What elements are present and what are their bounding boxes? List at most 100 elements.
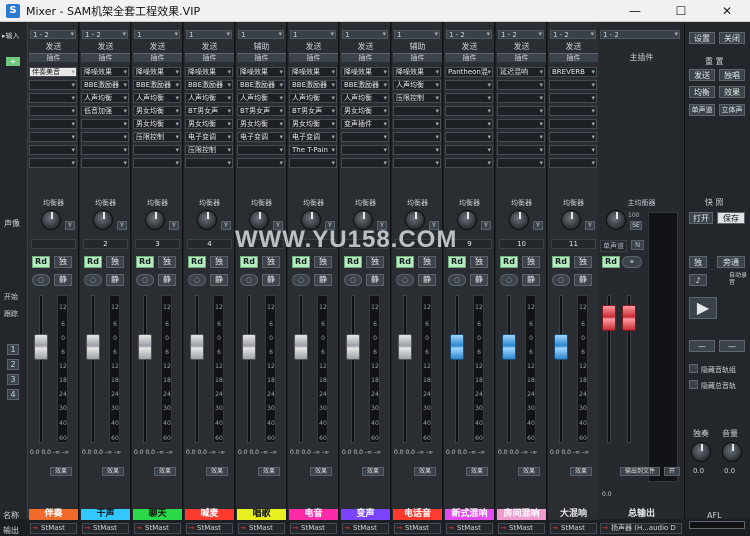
output-select[interactable]: StMast bbox=[238, 523, 285, 534]
mute-button[interactable]: 静 bbox=[54, 274, 72, 286]
plugin-slot[interactable]: 压限控制 bbox=[393, 93, 441, 103]
plugin-slot[interactable] bbox=[393, 132, 441, 142]
pan-knob[interactable] bbox=[93, 210, 113, 230]
take-number-2[interactable]: 2 bbox=[7, 359, 19, 370]
plugin-slot[interactable]: BBE激励器 bbox=[237, 80, 285, 90]
master-fader-left[interactable] bbox=[602, 305, 616, 331]
channel-fader[interactable] bbox=[86, 334, 100, 360]
plugin-slot[interactable]: 降噪效果 bbox=[81, 67, 129, 77]
output-select[interactable]: StMast bbox=[550, 523, 597, 534]
channel-fader[interactable] bbox=[346, 334, 360, 360]
plugin-slot[interactable]: BREVERB bbox=[549, 67, 597, 77]
mute-button[interactable]: 静 bbox=[470, 274, 488, 286]
channel-fader[interactable] bbox=[450, 334, 464, 360]
plugin-slot[interactable] bbox=[445, 119, 493, 129]
record-button[interactable]: Rd bbox=[84, 256, 102, 268]
effect-button[interactable]: 效果 bbox=[154, 467, 176, 476]
monitor-icon[interactable]: ◌ bbox=[32, 274, 50, 286]
y-button[interactable]: Y bbox=[117, 221, 127, 230]
plugin-slot[interactable]: 男女均衡 bbox=[133, 106, 181, 116]
plugin-slot[interactable]: BT男女声 bbox=[237, 106, 285, 116]
plugin-slot[interactable]: BT男女声 bbox=[185, 106, 233, 116]
channel-fader[interactable] bbox=[554, 334, 568, 360]
plugin-slot[interactable]: 人声均衡 bbox=[237, 93, 285, 103]
monitor-icon[interactable]: ◌ bbox=[552, 274, 570, 286]
pan-knob[interactable] bbox=[145, 210, 165, 230]
plugin-slot[interactable]: 男女均衡 bbox=[237, 119, 285, 129]
monitor-icon[interactable]: ◌ bbox=[84, 274, 102, 286]
master-output-select[interactable]: 扬声器 (H...audio D bbox=[600, 523, 682, 534]
output-select[interactable]: StMast bbox=[134, 523, 181, 534]
plugin-slot[interactable] bbox=[185, 158, 233, 168]
plugin-slot[interactable] bbox=[497, 80, 545, 90]
solo-button[interactable]: 独 bbox=[522, 256, 540, 268]
plugin-slot[interactable]: 男女均衡 bbox=[341, 106, 389, 116]
solo-button[interactable]: 独 bbox=[418, 256, 436, 268]
effect-button[interactable]: 效果 bbox=[414, 467, 436, 476]
plugin-slot[interactable] bbox=[549, 132, 597, 142]
plugin-slot[interactable] bbox=[81, 132, 129, 142]
take-number-3[interactable]: 3 bbox=[7, 374, 19, 385]
solo-button[interactable]: 独 bbox=[314, 256, 332, 268]
plugin-slot[interactable] bbox=[393, 145, 441, 155]
channel-input-select[interactable]: 1 bbox=[342, 30, 388, 39]
solo-button[interactable]: 独 bbox=[574, 256, 592, 268]
output-select[interactable]: StMast bbox=[290, 523, 337, 534]
record-button[interactable]: Rd bbox=[136, 256, 154, 268]
plugin-header[interactable]: 插件 bbox=[393, 53, 442, 62]
eq-label[interactable]: 均衡器 bbox=[184, 198, 235, 207]
plugin-slot[interactable] bbox=[497, 132, 545, 142]
plugin-slot[interactable] bbox=[549, 119, 597, 129]
master-output-file-button[interactable]: 输出到文件 bbox=[620, 467, 660, 476]
mute-button[interactable]: 静 bbox=[574, 274, 592, 286]
plugin-header[interactable]: 插件 bbox=[445, 53, 494, 62]
record-button[interactable]: Rd bbox=[448, 256, 466, 268]
plugin-slot[interactable] bbox=[445, 145, 493, 155]
eq-label[interactable]: 均衡器 bbox=[132, 198, 183, 207]
plugin-slot[interactable]: 降噪效果 bbox=[341, 67, 389, 77]
effect-button[interactable]: 效果 bbox=[570, 467, 592, 476]
snapshot-save-button[interactable]: 保存 bbox=[717, 212, 745, 224]
channel-input-select[interactable]: 1 bbox=[134, 30, 180, 39]
take-number-1[interactable]: 1 bbox=[7, 344, 19, 355]
mute-button[interactable]: 静 bbox=[158, 274, 176, 286]
pan-knob[interactable] bbox=[457, 210, 477, 230]
bypass-button[interactable]: 旁通 bbox=[717, 256, 745, 268]
plugin-slot[interactable] bbox=[29, 119, 77, 129]
plugin-slot[interactable] bbox=[445, 106, 493, 116]
record-button[interactable]: Rd bbox=[552, 256, 570, 268]
plugin-slot[interactable]: 电子变调 bbox=[289, 132, 337, 142]
effect-button[interactable]: 效果 bbox=[50, 467, 72, 476]
monitor-icon[interactable]: ◌ bbox=[396, 274, 414, 286]
plugin-slot[interactable]: 男女均衡 bbox=[185, 119, 233, 129]
plugin-slot[interactable]: 人声均衡 bbox=[185, 93, 233, 103]
auto-record-label[interactable]: 自动录音 bbox=[729, 272, 749, 286]
plugin-slot[interactable] bbox=[29, 158, 77, 168]
plugin-slot[interactable] bbox=[497, 93, 545, 103]
y-button[interactable]: Y bbox=[65, 221, 75, 230]
output-select[interactable]: StMast bbox=[498, 523, 545, 534]
effect-button[interactable]: 效果 bbox=[206, 467, 228, 476]
master-n-button[interactable]: N bbox=[631, 240, 645, 250]
record-button[interactable]: Rd bbox=[32, 256, 50, 268]
channel-input-select[interactable]: 1 bbox=[290, 30, 336, 39]
reset-send-button[interactable]: 发送 bbox=[689, 69, 715, 81]
solo-button[interactable]: 独 bbox=[470, 256, 488, 268]
add-plugin-icon[interactable]: + bbox=[6, 57, 20, 66]
plugin-header[interactable]: 插件 bbox=[133, 53, 182, 62]
hide-all-checkbox[interactable] bbox=[689, 380, 698, 389]
plugin-slot[interactable]: 压限控制 bbox=[133, 132, 181, 142]
master-link-icon[interactable]: ⚭ bbox=[622, 256, 642, 268]
eq-label[interactable]: 均衡器 bbox=[444, 198, 495, 207]
pan-knob[interactable] bbox=[509, 210, 529, 230]
plugin-slot[interactable] bbox=[341, 145, 389, 155]
plugin-slot[interactable] bbox=[393, 158, 441, 168]
monitor-icon[interactable]: ◌ bbox=[136, 274, 154, 286]
plugin-slot[interactable] bbox=[81, 119, 129, 129]
plugin-slot[interactable] bbox=[549, 106, 597, 116]
plugin-slot[interactable] bbox=[29, 80, 77, 90]
master-open-button[interactable]: 开 bbox=[664, 467, 680, 476]
record-button[interactable]: Rd bbox=[396, 256, 414, 268]
output-select[interactable]: StMast bbox=[394, 523, 441, 534]
volume-knob[interactable] bbox=[722, 442, 742, 462]
